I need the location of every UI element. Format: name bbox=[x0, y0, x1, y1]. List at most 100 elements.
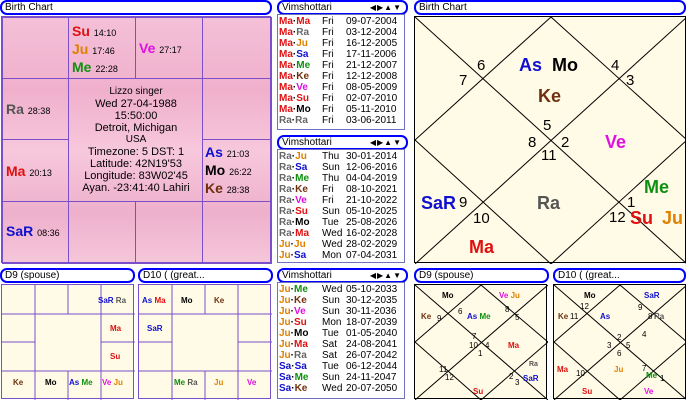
dasha-planets: Ju·Me bbox=[279, 284, 308, 295]
dasha-row[interactable]: Ra·Ke Fri 08-10-2021 bbox=[278, 184, 404, 195]
timezone: Timezone: 5 DST: 1 bbox=[87, 146, 185, 158]
dasha-date: 26-07-2042 bbox=[346, 350, 398, 361]
birth-country: USA bbox=[125, 134, 147, 145]
vimshottari-title: Vimshottari bbox=[282, 137, 332, 148]
dasha-row[interactable]: Ra·Sa Sun 12-06-2016 bbox=[278, 162, 404, 173]
dasha-row[interactable]: Ma·Ju Fri 16-12-2005 bbox=[278, 38, 404, 49]
dasha-row[interactable]: Ju·Ve Sun 30-11-2036 bbox=[278, 306, 404, 317]
dasha-row[interactable]: Ju·Sa Mon 07-04-2031 bbox=[278, 250, 404, 261]
dasha-day: Fri bbox=[322, 38, 334, 49]
planet-ve: Ve 27:17 bbox=[139, 40, 182, 56]
dasha-planets: Ra·Ra bbox=[279, 115, 308, 126]
dasha-planets: Ma·Ma bbox=[279, 16, 311, 27]
house-cell bbox=[202, 78, 272, 140]
dasha-date: 01-05-2040 bbox=[346, 328, 398, 339]
dasha-row[interactable]: Ra·Ve Fri 21-10-2022 bbox=[278, 195, 404, 206]
vimshottari-header-3[interactable]: Vimshottari ◀▶▲▼ bbox=[277, 268, 408, 283]
dasha-date: 03-06-2011 bbox=[346, 115, 397, 126]
planet-me: Me 22:28 bbox=[72, 59, 118, 75]
dasha-row[interactable]: Ma·Su Fri 02-07-2010 bbox=[278, 93, 404, 104]
dasha-date: 06-12-2044 bbox=[346, 361, 398, 372]
dasha-row[interactable]: Ra·Me Thu 04-04-2019 bbox=[278, 173, 404, 184]
dasha-date: 28-02-2029 bbox=[346, 239, 398, 250]
nav-arrows-icon[interactable]: ◀▶▲▼ bbox=[370, 137, 402, 148]
birth-chart-header-right[interactable]: Birth Chart bbox=[414, 0, 686, 15]
d10-header[interactable]: D10 ( (great... bbox=[138, 268, 273, 283]
house-number: 2 bbox=[617, 333, 622, 342]
dasha-day: Fri bbox=[322, 195, 334, 206]
dasha-row[interactable]: Ma·Sa Fri 17-11-2006 bbox=[278, 49, 404, 60]
house-number: 8 bbox=[505, 305, 510, 314]
dasha-row[interactable]: Ju·Mo Tue 01-05-2040 bbox=[278, 328, 404, 339]
dasha-date: 24-11-2047 bbox=[346, 372, 397, 383]
vimshottari-header-2[interactable]: Vimshottari ◀▶▲▼ bbox=[277, 135, 408, 150]
dasha-date: 05-10-2033 bbox=[346, 284, 398, 295]
dasha-day: Fri bbox=[322, 49, 334, 60]
dasha-planets: Ra·Me bbox=[279, 173, 310, 184]
dasha-list-2: Ra·Ju Thu 30-01-2014 Ra·Sa Sun 12-06-2016 Ra·M… bbox=[277, 149, 405, 263]
dasha-row[interactable]: Ju·Ma Sat 24-08-2041 bbox=[278, 339, 404, 350]
dasha-row[interactable]: Ra·Su Sun 05-10-2025 bbox=[278, 206, 404, 217]
house-number: 2 bbox=[509, 372, 514, 381]
birth-time: 15:50:00 bbox=[114, 110, 158, 122]
dasha-row[interactable]: Ra·Ju Thu 30-01-2014 bbox=[278, 151, 404, 162]
planet-group: Ve Ju bbox=[102, 378, 123, 387]
dasha-row[interactable]: Ju·Su Mon 18-07-2039 bbox=[278, 317, 404, 328]
nav-arrows-icon[interactable]: ◀▶▲▼ bbox=[370, 2, 402, 13]
dasha-row[interactable]: Ma·Ve Fri 08-05-2009 bbox=[278, 82, 404, 93]
south-birth-chart: Su 14:10 Ju 17:46 Me 22:28 Ve 27:17 Ra 2… bbox=[1, 16, 272, 264]
dasha-day: Sun bbox=[322, 295, 340, 306]
dasha-planets: Sa·Ke bbox=[279, 383, 308, 394]
d10-header-right[interactable]: D10 ( (great... bbox=[553, 268, 686, 283]
house-number: 8 bbox=[528, 134, 537, 151]
vimshottari-header-1[interactable]: Vimshottari ◀▶▲▼ bbox=[277, 0, 408, 15]
dasha-row[interactable]: Ma·Ma Fri 09-07-2004 bbox=[278, 16, 404, 27]
dasha-row[interactable]: Ma·Ke Fri 12-12-2008 bbox=[278, 71, 404, 82]
house-number: 11 bbox=[570, 312, 579, 321]
planet-ju: Ju 17:46 bbox=[72, 41, 115, 57]
dasha-row[interactable]: Ma·Me Fri 21-12-2007 bbox=[278, 60, 404, 71]
dasha-row[interactable]: Sa·Ke Wed 20-07-2050 bbox=[278, 383, 404, 394]
dasha-row[interactable]: Ju·Ra Sat 26-07-2042 bbox=[278, 350, 404, 361]
dasha-row[interactable]: Ra·Ma Wed 16-02-2028 bbox=[278, 228, 404, 239]
planet-su: Su bbox=[110, 352, 121, 361]
house-number: 7 bbox=[642, 364, 647, 373]
planet-ke: Ke bbox=[214, 296, 225, 305]
birth-info: Lizzo singer Wed 27-04-1988 15:50:00 Det… bbox=[69, 86, 203, 194]
d9-header[interactable]: D9 (spouse) bbox=[0, 268, 135, 283]
house-number: 3 bbox=[607, 341, 612, 350]
house-number: 10 bbox=[576, 369, 585, 378]
dasha-row[interactable]: Sa·Sa Tue 06-12-2044 bbox=[278, 361, 404, 372]
birth-chart-title: Birth Chart bbox=[419, 2, 467, 13]
dasha-row[interactable]: Ju·Me Wed 05-10-2033 bbox=[278, 284, 404, 295]
planet-mo: Mo bbox=[45, 378, 57, 387]
house-number: 11 bbox=[541, 147, 557, 164]
planet-group: As Me bbox=[467, 312, 491, 321]
dasha-row[interactable]: Ra·Ra Fri 03-06-2011 bbox=[278, 115, 404, 126]
planet-ke: Ke 28:38 bbox=[205, 180, 250, 196]
dasha-planets: Ma·Me bbox=[279, 60, 311, 71]
dasha-row[interactable]: Ju·Ke Sun 30-12-2035 bbox=[278, 295, 404, 306]
house-cell bbox=[202, 17, 272, 79]
d9-title: D9 (spouse) bbox=[419, 270, 474, 281]
nav-arrows-icon[interactable]: ◀▶▲▼ bbox=[370, 270, 402, 281]
dasha-day: Thu bbox=[322, 151, 340, 162]
dasha-date: 09-07-2004 bbox=[346, 16, 398, 27]
dasha-row[interactable]: Ma·Ra Fri 03-12-2004 bbox=[278, 27, 404, 38]
house-number: 5 bbox=[626, 341, 631, 350]
dasha-date: 21-12-2007 bbox=[346, 60, 398, 71]
planet-ke: Ke bbox=[538, 86, 562, 106]
dasha-planets: Sa·Sa bbox=[279, 361, 307, 372]
house-number: 5 bbox=[543, 117, 552, 134]
birth-chart-header[interactable]: Birth Chart bbox=[0, 0, 272, 15]
planet-ve: Ve bbox=[605, 132, 627, 152]
dasha-row[interactable]: Ra·Mo Tue 25-08-2026 bbox=[278, 217, 404, 228]
dasha-row[interactable]: Ju·Ju Wed 28-02-2029 bbox=[278, 239, 404, 250]
dasha-planets: Ma·Mo bbox=[279, 104, 311, 115]
planet-as: As bbox=[519, 55, 543, 75]
dasha-date: 20-07-2050 bbox=[346, 383, 398, 394]
dasha-row[interactable]: Sa·Me Sun 24-11-2047 bbox=[278, 372, 404, 383]
dasha-planets: Ma·Sa bbox=[279, 49, 309, 60]
dasha-row[interactable]: Ma·Mo Fri 05-11-2010 bbox=[278, 104, 404, 115]
d9-header-right[interactable]: D9 (spouse) bbox=[414, 268, 549, 283]
